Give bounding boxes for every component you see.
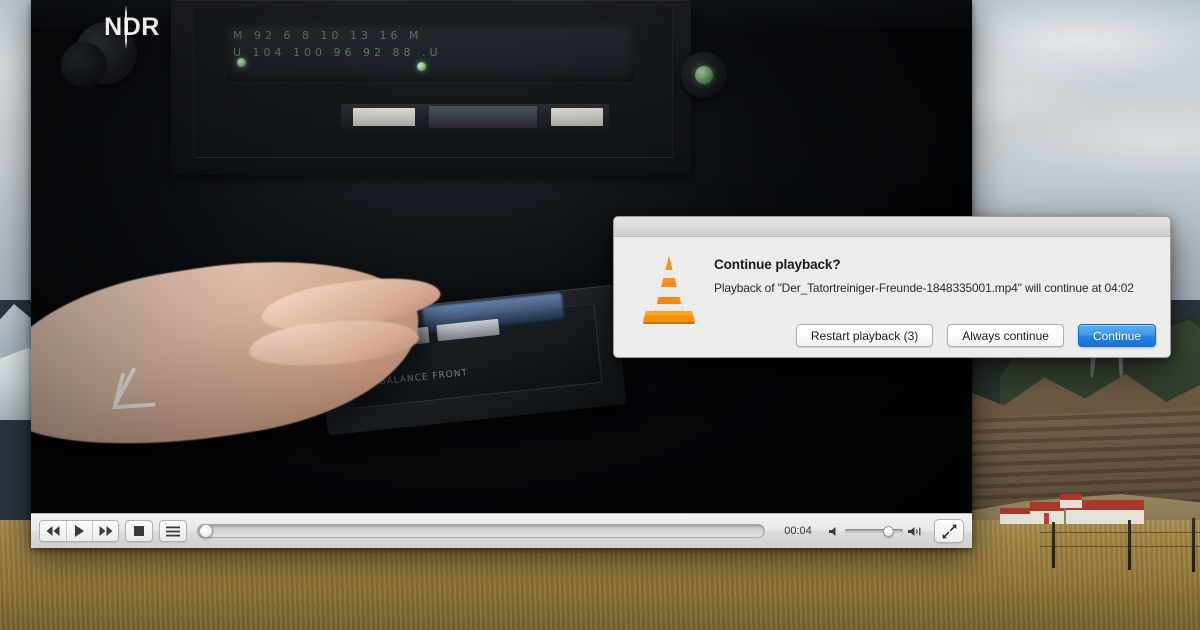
speaker-high-icon xyxy=(908,526,921,536)
next-button[interactable] xyxy=(92,521,118,541)
hamburger-icon xyxy=(166,526,180,536)
speaker-low-icon xyxy=(829,526,836,536)
video-radio-dial: M 92 6 8 10 13 16 M U 104 100 96 92 88 .… xyxy=(227,24,635,82)
dialog-heading: Continue playback? xyxy=(714,257,841,272)
time-display: 00:04 xyxy=(784,525,812,537)
video-radio-preset-button xyxy=(551,108,603,126)
play-icon xyxy=(75,525,84,537)
volume-control[interactable] xyxy=(829,525,922,537)
video-radio-preset-button xyxy=(353,108,415,126)
restart-playback-button[interactable]: Restart playback (3) xyxy=(795,324,934,347)
volume-slider-knob[interactable] xyxy=(883,525,894,537)
play-button[interactable] xyxy=(66,521,92,541)
seek-slider[interactable] xyxy=(197,524,765,538)
dialog-text-block: Continue playback? Playback of "Der_Tato… xyxy=(714,257,1154,295)
dialog-body: Continue playback? Playback of "Der_Tato… xyxy=(614,237,1170,357)
stop-button[interactable] xyxy=(125,520,153,542)
dialog-button-row: Restart playback (3) Always continue Con… xyxy=(795,324,1156,347)
radio-dial-indicator xyxy=(237,58,246,67)
previous-button[interactable] xyxy=(40,521,66,541)
dialog-titlebar[interactable] xyxy=(614,217,1170,237)
player-control-bar[interactable]: 00:04 xyxy=(31,513,972,548)
always-continue-button[interactable]: Always continue xyxy=(947,324,1064,347)
expand-arrows-icon xyxy=(942,524,956,538)
continue-playback-dialog[interactable]: Continue playback? Playback of "Der_Tato… xyxy=(613,216,1171,358)
video-radio-center-button xyxy=(429,106,537,128)
fast-forward-icon xyxy=(99,526,112,536)
radio-dial-row-bottom: U 104 100 96 92 88 .U xyxy=(233,46,442,59)
playlist-button[interactable] xyxy=(159,520,187,542)
transport-button-group xyxy=(39,520,119,542)
rewind-icon xyxy=(46,526,60,536)
continue-button[interactable]: Continue xyxy=(1077,324,1156,347)
stop-icon xyxy=(134,526,144,536)
volume-slider[interactable] xyxy=(845,525,903,537)
video-radio-knob-green xyxy=(695,66,713,84)
radio-dial-indicator xyxy=(417,62,426,71)
ndr-watermark-bar xyxy=(125,5,127,49)
ndr-watermark: NDR xyxy=(89,5,175,49)
radio-dial-row-top: M 92 6 8 10 13 16 M xyxy=(233,29,423,42)
ndr-watermark-label: NDR xyxy=(104,12,160,41)
dialog-message: Playback of "Der_Tatortreiniger-Freunde-… xyxy=(714,281,1134,295)
fullscreen-button[interactable] xyxy=(934,519,964,543)
seek-slider-knob[interactable] xyxy=(199,524,213,538)
vlc-cone-icon xyxy=(643,256,695,324)
